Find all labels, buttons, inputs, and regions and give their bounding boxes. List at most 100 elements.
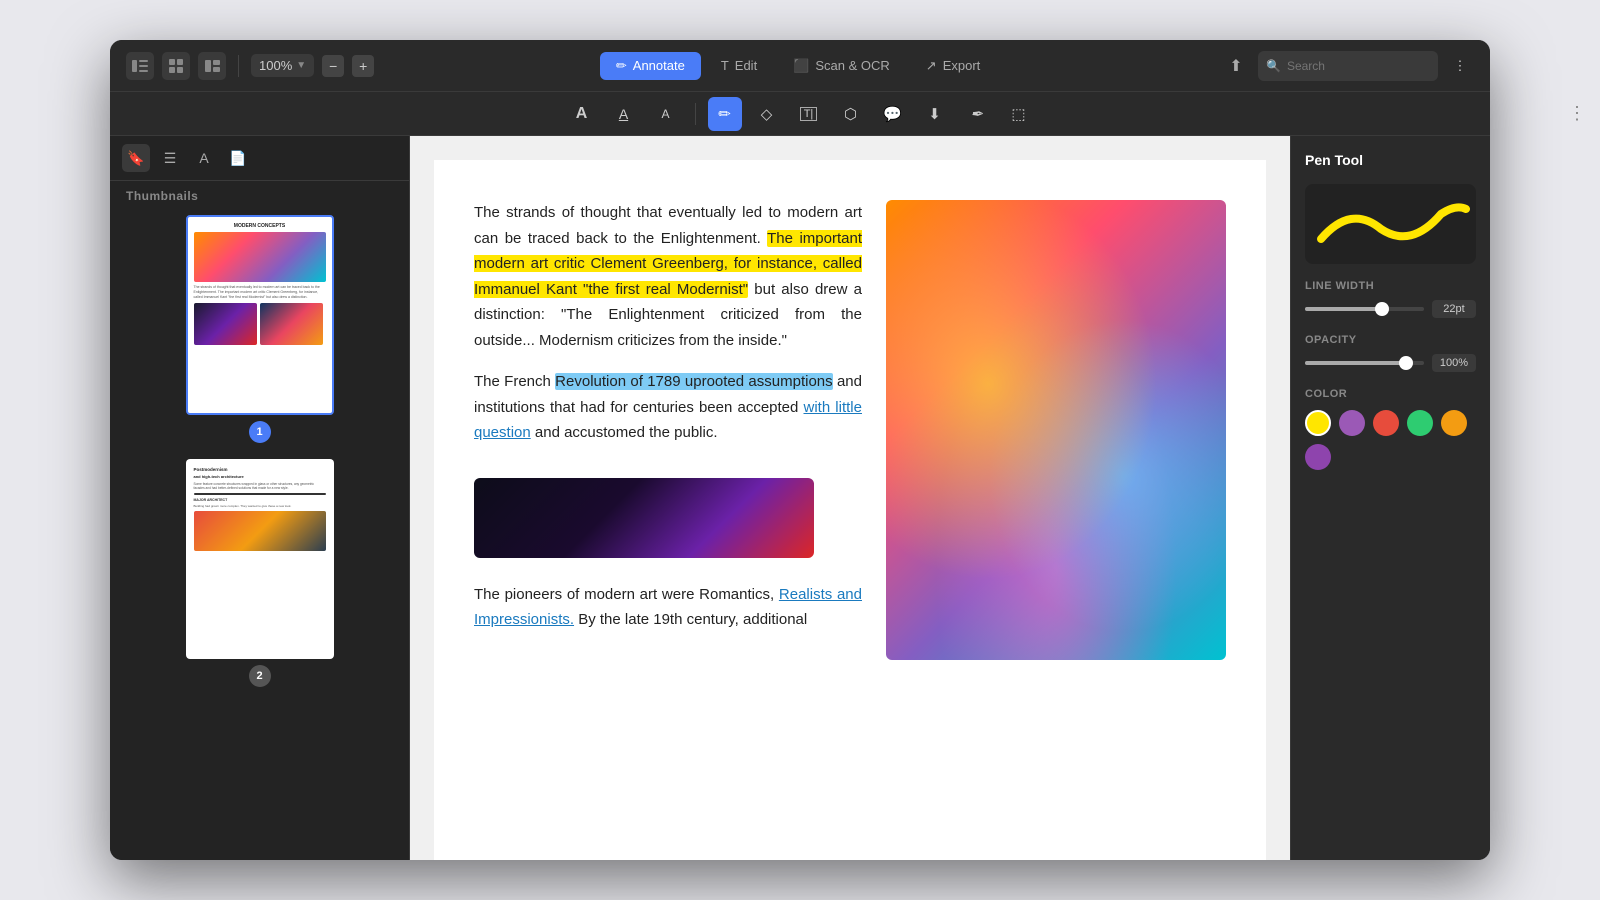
search-icon: 🔍 xyxy=(1266,59,1281,73)
zoom-in-button[interactable]: + xyxy=(352,55,374,77)
annotation-tab[interactable]: A xyxy=(190,144,218,172)
opacity-thumb[interactable] xyxy=(1399,356,1413,370)
select-icon: ⬚ xyxy=(1011,105,1025,123)
page1-title: MODERN CONCEPTS xyxy=(194,223,326,229)
thumbnails-label: Thumbnails xyxy=(110,181,409,207)
page1-thumbnail[interactable]: MODERN CONCEPTS The strands of thought t… xyxy=(186,215,334,415)
opacity-value: 100% xyxy=(1432,354,1476,372)
main-image xyxy=(886,200,1226,660)
highlighted-text: The important modern art critic Clement … xyxy=(474,230,862,298)
stamp-icon: ⬇ xyxy=(928,105,941,123)
shape-icon: ⬡ xyxy=(844,105,857,123)
color-swatches xyxy=(1305,410,1476,470)
scan-ocr-tab[interactable]: ⬛ Scan & OCR xyxy=(777,52,906,80)
titlebar-center: ✏ Annotate T Edit ⬛ Scan & OCR ↗ Export xyxy=(386,52,1210,80)
color-yellow[interactable] xyxy=(1305,410,1331,436)
stamp-button[interactable]: ⬇ xyxy=(918,97,952,131)
scan-icon: ⬛ xyxy=(793,58,809,74)
export-icon: ↗ xyxy=(926,58,937,74)
annotate-tab[interactable]: ✏ Annotate xyxy=(600,52,701,80)
sidebar-tabs: 🔖 ☰ A 📄 xyxy=(110,136,409,181)
bookmark-tab[interactable]: 🔖 xyxy=(122,144,150,172)
line-width-thumb[interactable] xyxy=(1375,302,1389,316)
image-column xyxy=(886,200,1226,860)
realists-underline: Realists and Impressionists. xyxy=(474,586,862,629)
opacity-section: OPACITY 100% xyxy=(1305,334,1476,372)
search-box[interactable]: 🔍 xyxy=(1258,51,1438,81)
annotation-toolbar: A A A ✏ ◇ T| ⬡ 💬 ⬇ ✒ ⬚ xyxy=(110,92,1490,136)
opacity-track[interactable] xyxy=(1305,361,1424,365)
font-small-icon: A xyxy=(661,107,669,121)
edit-label: Edit xyxy=(735,58,757,73)
select-tool-button[interactable]: ⬚ xyxy=(1002,97,1036,131)
font-large-icon: A xyxy=(576,105,588,123)
color-dark-purple[interactable] xyxy=(1305,444,1331,470)
thumbnails-area: MODERN CONCEPTS The strands of thought t… xyxy=(110,207,409,860)
paragraph2: The French Revolution of 1789 uprooted a… xyxy=(474,369,862,446)
text-insert-button[interactable]: T| xyxy=(792,97,826,131)
content-area[interactable]: The strands of thought that eventually l… xyxy=(410,136,1290,860)
color-orange[interactable] xyxy=(1441,410,1467,436)
more-icon[interactable]: ⋮ xyxy=(1446,52,1474,80)
zoom-out-button[interactable]: − xyxy=(322,55,344,77)
opacity-label: OPACITY xyxy=(1305,334,1476,346)
zoom-value: 100% xyxy=(259,58,292,73)
outline-tab[interactable]: ☰ xyxy=(156,144,184,172)
annotate-label: Annotate xyxy=(633,58,685,73)
edit-icon: T xyxy=(721,58,729,73)
line-width-value: 22pt xyxy=(1432,300,1476,318)
font-medium-icon: A xyxy=(619,106,628,122)
text-medium-button[interactable]: A xyxy=(607,97,641,131)
titlebar-right: ⬆ 🔍 ⋮ xyxy=(1222,51,1474,81)
search-input[interactable] xyxy=(1287,59,1430,73)
color-red[interactable] xyxy=(1373,410,1399,436)
titlebar-left: 100% ▼ − + xyxy=(126,52,374,80)
text-insert-icon: T| xyxy=(800,107,818,121)
color-green[interactable] xyxy=(1407,410,1433,436)
comment-icon: 💬 xyxy=(883,105,902,123)
grid-view-icon[interactable] xyxy=(162,52,190,80)
color-label: COLOR xyxy=(1305,388,1476,400)
revolution-highlight: Revolution of 1789 uprooted assumptions xyxy=(555,373,832,390)
line-width-fill xyxy=(1305,307,1382,311)
page1-content: MODERN CONCEPTS The strands of thought t… xyxy=(188,217,332,413)
layout-icon[interactable] xyxy=(198,52,226,80)
main-image-inner xyxy=(886,200,1226,660)
paragraph1: The strands of thought that eventually l… xyxy=(474,200,862,353)
opacity-fill xyxy=(1305,361,1406,365)
line-width-section: LINE WIDTH 22pt xyxy=(1305,280,1476,318)
page2-container: Postmodernism and high-tech architecture… xyxy=(186,459,334,687)
upload-icon[interactable]: ⬆ xyxy=(1222,52,1250,80)
edit-tab[interactable]: T Edit xyxy=(705,52,773,79)
right-panel: Pen Tool LINE WIDTH 22pt OPACITY xyxy=(1290,136,1490,860)
color-purple[interactable] xyxy=(1339,410,1365,436)
bottom-section: The pioneers of modern art were Romantic… xyxy=(474,478,862,633)
line-width-slider-row: 22pt xyxy=(1305,300,1476,318)
signature-button[interactable]: ✒ xyxy=(960,97,994,131)
sidebar-toggle-icon[interactable] xyxy=(126,52,154,80)
page2-content: Postmodernism and high-tech architecture… xyxy=(188,461,332,657)
page-tab[interactable]: 📄 xyxy=(224,144,252,172)
page1-num: 1 xyxy=(249,421,271,443)
opacity-slider-row: 100% xyxy=(1305,354,1476,372)
sidebar: 🔖 ☰ A 📄 Thumbnails MODERN CONCEPTS The s… xyxy=(110,136,410,860)
color-section: COLOR xyxy=(1305,388,1476,470)
text-small-button[interactable]: A xyxy=(649,97,683,131)
signature-icon: ✒ xyxy=(970,105,983,123)
highlight-tool-button[interactable]: ✏ xyxy=(708,97,742,131)
main-area: 🔖 ☰ A 📄 Thumbnails MODERN CONCEPTS The s… xyxy=(110,136,1490,860)
text-column: The strands of thought that eventually l… xyxy=(474,200,862,860)
zoom-control[interactable]: 100% ▼ xyxy=(251,54,314,77)
line-width-track[interactable] xyxy=(1305,307,1424,311)
bottom-image xyxy=(474,478,814,558)
comment-button[interactable]: 💬 xyxy=(876,97,910,131)
app-window: 100% ▼ − + ✏ Annotate T Edit ⬛ Scan & OC… xyxy=(110,40,1490,860)
annotate-icon: ✏ xyxy=(616,58,627,74)
eraser-button[interactable]: ◇ xyxy=(750,97,784,131)
line-width-label: LINE WIDTH xyxy=(1305,280,1476,292)
text-large-button[interactable]: A xyxy=(565,97,599,131)
shape-button[interactable]: ⬡ xyxy=(834,97,868,131)
export-tab[interactable]: ↗ Export xyxy=(910,52,996,80)
page2-thumbnail[interactable]: Postmodernism and high-tech architecture… xyxy=(186,459,334,659)
paragraph3: The pioneers of modern art were Romantic… xyxy=(474,582,862,633)
